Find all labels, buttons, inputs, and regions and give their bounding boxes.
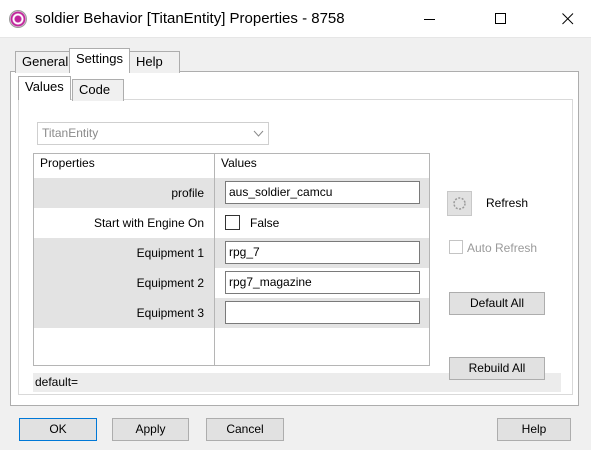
entity-select[interactable]: TitanEntity: [37, 122, 269, 145]
help-button[interactable]: Help: [497, 418, 571, 441]
row-label: Equipment 3: [136, 306, 204, 320]
minimize-button[interactable]: [407, 0, 453, 38]
window-title: soldier Behavior [TitanEntity] Propertie…: [35, 10, 345, 27]
minimize-icon: [424, 19, 435, 20]
chevron-down-icon: [253, 130, 264, 137]
default-all-button[interactable]: Default All: [449, 292, 545, 315]
equipment-2-input[interactable]: rpg7_magazine: [225, 271, 420, 294]
grid-row-equipment-3: Equipment 3: [34, 298, 429, 328]
close-icon: [562, 13, 574, 25]
property-grid: Properties Values profile aus_soldier_ca…: [33, 153, 430, 366]
grid-row-profile: profile aus_soldier_camcu: [34, 178, 429, 208]
refresh-icon: [453, 197, 466, 210]
values-header: Values: [221, 156, 257, 170]
tab-general[interactable]: General: [15, 51, 76, 73]
start-engine-checkbox[interactable]: [225, 215, 240, 230]
grid-row-start-engine: Start with Engine On False: [34, 208, 429, 238]
row-label: profile: [171, 186, 204, 200]
apply-button[interactable]: Apply: [112, 418, 189, 441]
equipment-1-input[interactable]: rpg_7: [225, 241, 420, 264]
tab-values[interactable]: Values: [18, 76, 71, 100]
title-bar: soldier Behavior [TitanEntity] Propertie…: [0, 0, 591, 38]
ok-button[interactable]: OK: [19, 418, 97, 441]
profile-input[interactable]: aus_soldier_camcu: [225, 181, 420, 204]
row-label: Equipment 2: [136, 276, 204, 290]
cancel-button[interactable]: Cancel: [206, 418, 284, 441]
maximize-icon: [495, 13, 506, 24]
auto-refresh-label: Auto Refresh: [467, 241, 538, 255]
tab-code[interactable]: Code: [72, 79, 124, 101]
app-icon: [9, 10, 27, 28]
entity-select-value: TitanEntity: [42, 126, 99, 140]
grid-row-equipment-1: Equipment 1 rpg_7: [34, 238, 429, 268]
start-engine-value: False: [250, 216, 280, 230]
equipment-3-input[interactable]: [225, 301, 420, 324]
rebuild-all-button[interactable]: Rebuild All: [449, 357, 545, 380]
properties-header: Properties: [40, 156, 95, 170]
row-label: Start with Engine On: [93, 216, 204, 230]
grid-row-equipment-2: Equipment 2 rpg7_magazine: [34, 268, 429, 298]
row-label: Equipment 1: [136, 246, 204, 260]
refresh-button[interactable]: [447, 191, 472, 216]
auto-refresh-checkbox[interactable]: [449, 240, 463, 254]
maximize-button[interactable]: [478, 0, 524, 38]
tab-help[interactable]: Help: [129, 51, 180, 73]
close-button[interactable]: [545, 0, 591, 38]
refresh-label: Refresh: [486, 196, 529, 210]
tab-settings[interactable]: Settings: [69, 48, 130, 73]
